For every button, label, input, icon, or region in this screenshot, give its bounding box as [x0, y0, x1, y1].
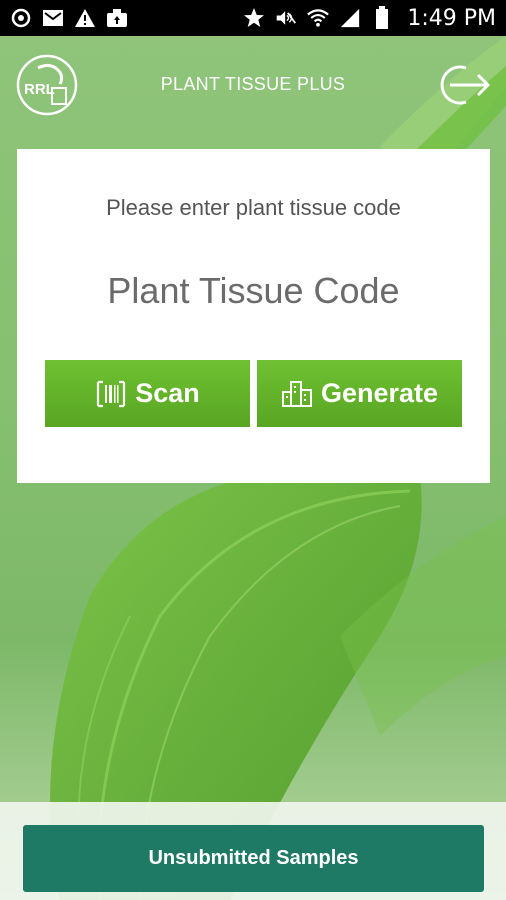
- sync-icon: [10, 7, 32, 29]
- code-prompt: Please enter plant tissue code: [106, 195, 401, 220]
- status-time: 1:49 PM: [407, 5, 496, 31]
- battery-icon: [371, 6, 393, 29]
- plant-tissue-code-input[interactable]: [47, 263, 460, 319]
- wifi-icon: [307, 7, 330, 29]
- barcode-scan-icon: [95, 378, 127, 410]
- logout-button[interactable]: [436, 62, 492, 108]
- tissue-code-card: Please enter plant tissue code Scan: [17, 149, 490, 483]
- app-header: RRL PLANT TISSUE PLUS: [0, 36, 506, 132]
- star-icon: [243, 7, 265, 29]
- scan-button-label: Scan: [135, 378, 200, 408]
- app-screen: RRL PLANT TISSUE PLUS Please enter plant…: [0, 36, 506, 900]
- app-title: PLANT TISSUE PLUS: [160, 74, 346, 94]
- logout-icon: [440, 65, 491, 105]
- status-left-icons: [10, 7, 128, 29]
- camera-upload-icon: [106, 7, 128, 29]
- mute-icon: [275, 7, 297, 29]
- buildings-icon: [281, 378, 313, 410]
- signal-icon: [339, 7, 361, 29]
- status-bar: 1:49 PM: [0, 0, 506, 36]
- scan-button[interactable]: Scan: [45, 360, 250, 427]
- warning-icon: [74, 7, 96, 29]
- unsubmitted-samples-button[interactable]: Unsubmitted Samples: [23, 825, 484, 892]
- generate-button[interactable]: Generate: [257, 360, 462, 427]
- status-right-icons: 1:49 PM: [243, 6, 496, 31]
- mail-icon: [42, 7, 64, 29]
- generate-button-label: Generate: [320, 378, 439, 408]
